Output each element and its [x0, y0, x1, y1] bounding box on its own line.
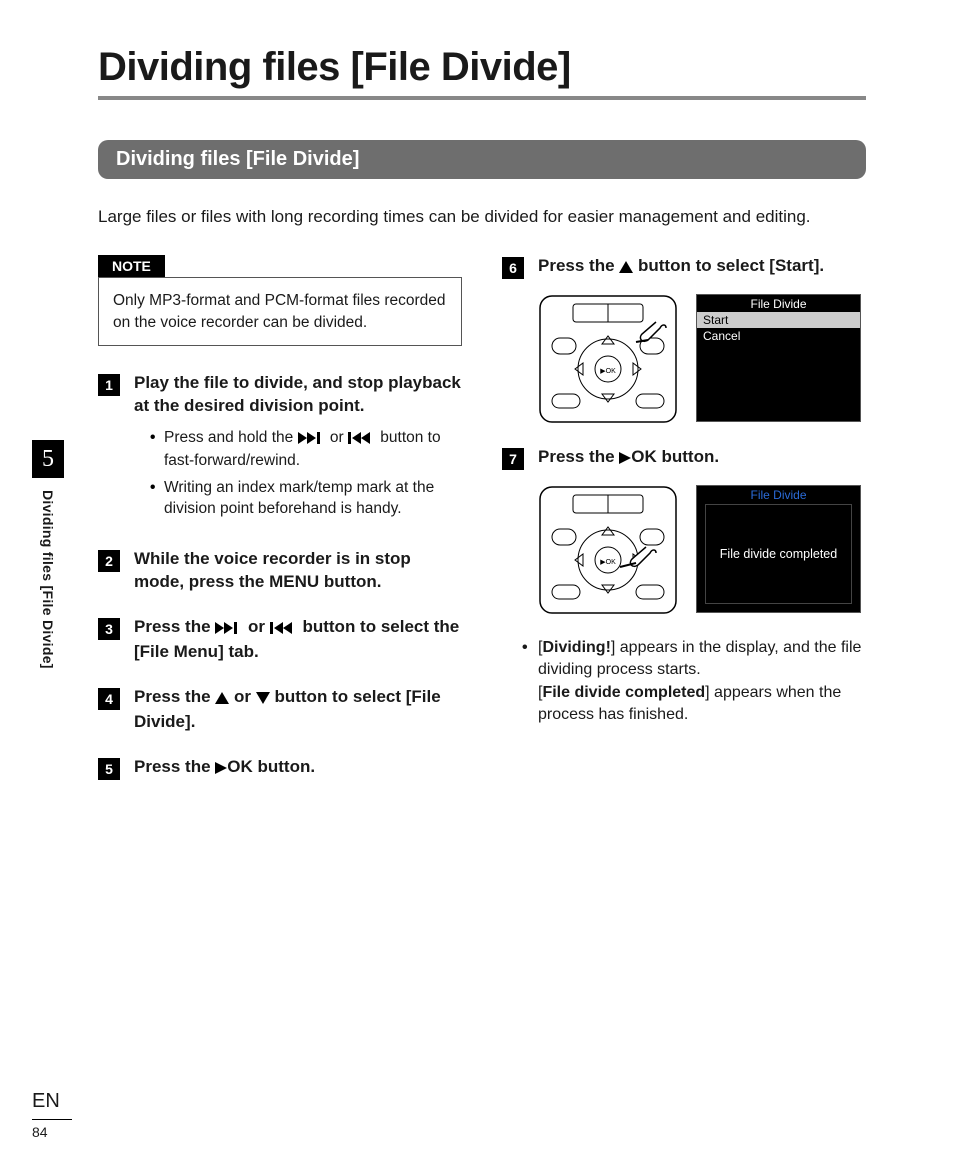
figure-step-7: ▶OK File Divide File divide co — [538, 485, 866, 615]
fast-forward-icon — [215, 618, 243, 641]
screen-option-selected: Start — [697, 312, 860, 328]
chapter-label: Dividing files [File Divide] — [40, 490, 56, 669]
step-number: 1 — [98, 374, 120, 396]
page-title: Dividing files [File Divide] — [98, 45, 866, 100]
step-number: 4 — [98, 688, 120, 710]
right-column: 6 Press the button to select [Start]. — [502, 255, 866, 803]
step-2: 2 While the voice recorder is in stop mo… — [98, 548, 462, 594]
svg-text:▶OK: ▶OK — [600, 368, 616, 375]
result-notes: [Dividing!] appears in the display, and … — [522, 637, 866, 727]
chapter-tab: 5 Dividing files [File Divide] — [32, 440, 64, 669]
page-footer: EN 84 — [32, 1090, 72, 1140]
lcd-screen-result: File Divide File divide completed — [696, 485, 861, 613]
step-number: 5 — [98, 758, 120, 780]
intro-text: Large files or files with long recording… — [98, 207, 866, 227]
note-label: NOTE — [98, 255, 165, 277]
screen-option: Cancel — [697, 328, 860, 344]
step-3: 3 Press the or button to select the [Fil… — [98, 616, 462, 664]
down-arrow-icon — [256, 688, 270, 711]
step-1: 1 Play the file to divide, and stop play… — [98, 372, 462, 526]
device-diagram: ▶OK — [538, 485, 678, 615]
screen-title: File Divide — [697, 295, 860, 312]
step-6: 6 Press the button to select [Start]. — [502, 255, 866, 280]
svg-text:▶OK: ▶OK — [600, 559, 616, 566]
note-text: Only MP3-format and PCM-format files rec… — [98, 277, 462, 346]
rewind-icon — [270, 618, 298, 641]
language-code: EN — [32, 1090, 72, 1113]
step-title: Play the file to divide, and stop playba… — [134, 372, 462, 418]
play-icon — [619, 448, 631, 471]
play-icon — [215, 758, 227, 781]
up-arrow-icon — [215, 688, 229, 711]
step-number: 2 — [98, 550, 120, 572]
page-number: 84 — [32, 1124, 72, 1140]
chapter-number: 5 — [32, 440, 64, 478]
section-heading: Dividing files [File Divide] — [98, 140, 866, 179]
figure-step-6: ▶OK File Divide Start — [538, 294, 866, 424]
rewind-icon — [348, 430, 376, 451]
lcd-screen-menu: File Divide Start Cancel — [696, 294, 861, 422]
step-bullet: Press and hold the or button to fast-for… — [150, 428, 462, 472]
device-diagram: ▶OK — [538, 294, 678, 424]
left-column: NOTE Only MP3-format and PCM-format file… — [98, 255, 462, 803]
screen-message: File divide completed — [705, 504, 852, 604]
screen-title: File Divide — [697, 486, 860, 503]
step-number: 7 — [502, 448, 524, 470]
step-number: 6 — [502, 257, 524, 279]
step-7: 7 Press the OK button. — [502, 446, 866, 471]
note-block: NOTE Only MP3-format and PCM-format file… — [98, 255, 462, 346]
page-content: Dividing files [File Divide] Dividing fi… — [0, 0, 954, 843]
result-bullet: [Dividing!] appears in the display, and … — [522, 637, 866, 727]
fast-forward-icon — [298, 430, 326, 451]
step-bullet: Writing an index mark/temp mark at the d… — [150, 478, 462, 520]
step-number: 3 — [98, 618, 120, 640]
step-4: 4 Press the or button to select [File Di… — [98, 686, 462, 734]
step-5: 5 Press the OK button. — [98, 756, 462, 781]
up-arrow-icon — [619, 257, 633, 280]
